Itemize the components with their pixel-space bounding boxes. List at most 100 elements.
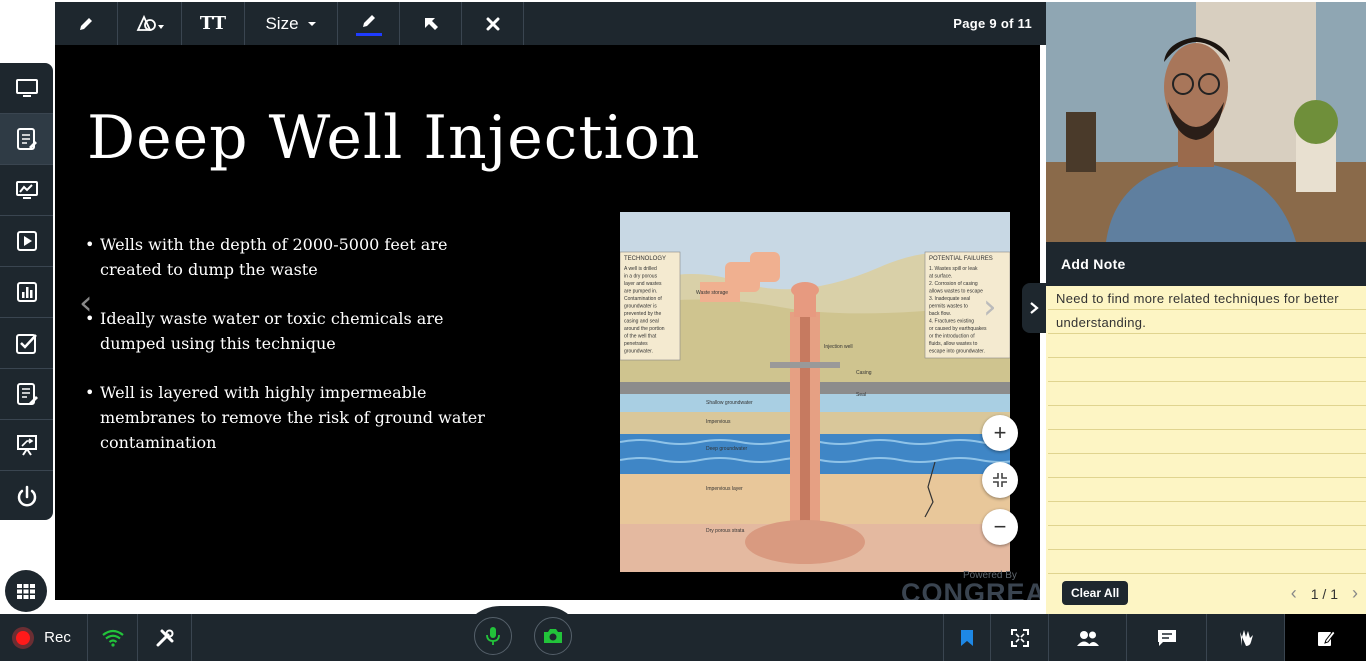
note-textarea[interactable]: Need to find more related techniques for… — [1048, 286, 1366, 574]
poll-icon — [16, 282, 37, 302]
tools-icon — [156, 629, 173, 646]
analytics-icon — [15, 181, 38, 199]
power-icon — [17, 485, 36, 506]
zoom-in-button[interactable]: + — [982, 415, 1018, 451]
bullet-item: Well is layered with highly impermeable … — [85, 380, 505, 455]
zoom-out-button[interactable]: − — [982, 509, 1018, 545]
diagram-text-line: prevented by the — [624, 311, 661, 317]
clear-tool-button[interactable] — [462, 2, 524, 45]
fit-screen-icon — [993, 473, 1007, 487]
sidebar-item-quiz[interactable] — [0, 318, 53, 369]
camera-icon — [544, 629, 562, 643]
fit-to-screen-button[interactable] — [982, 462, 1018, 498]
pen-color-button[interactable] — [338, 2, 400, 45]
sidebar-item-power[interactable] — [0, 471, 53, 522]
checkbox-icon — [15, 334, 37, 354]
size-dropdown[interactable]: Size — [245, 2, 338, 45]
diagram-text-line: at surface. — [929, 274, 952, 280]
diagram-label-deep-groundwater: Deep groundwater — [706, 446, 747, 452]
bottom-bar: Rec — [0, 614, 1366, 661]
microphone-button[interactable] — [474, 617, 512, 655]
next-slide-arrow[interactable]: › — [983, 287, 997, 327]
notes-panel: Add Note Need to find more related techn… — [1046, 242, 1366, 614]
collapse-panel-button[interactable] — [1022, 283, 1046, 333]
fullscreen-button[interactable] — [991, 614, 1049, 661]
chevron-right-icon — [1030, 302, 1039, 314]
diagram-text-line: 3. Inadequate seal — [929, 296, 970, 302]
chevron-down-icon — [307, 21, 316, 26]
pencil-tool-button[interactable] — [55, 2, 118, 45]
sidebar-item-analytics[interactable] — [0, 165, 53, 216]
color-pen-icon — [362, 14, 375, 27]
pointer-icon — [424, 17, 438, 30]
sidebar-item-media-player[interactable] — [0, 216, 53, 267]
bookmark-button[interactable] — [943, 614, 991, 661]
diagram-text-line: 2. Corrosion of casing — [929, 281, 978, 287]
diagram-label-impervious-layer: Impervious layer — [706, 486, 743, 492]
well-injection-diagram: TECHNOLOGY POTENTIAL FAILURES A well is … — [620, 212, 1010, 572]
bullet-item: Wells with the depth of 2000-5000 feet a… — [85, 232, 505, 282]
bullet-list: Wells with the depth of 2000-5000 feet a… — [85, 232, 505, 479]
previous-slide-arrow[interactable]: ‹ — [79, 283, 93, 323]
network-status-button[interactable] — [88, 614, 138, 661]
diagram-label-casing: Casing — [856, 370, 872, 376]
sidebar-item-poll[interactable] — [0, 267, 53, 318]
next-note-icon[interactable]: › — [1352, 583, 1358, 604]
diagram-label-impervious: Impervious — [706, 419, 731, 425]
settings-button[interactable] — [138, 614, 192, 661]
diagram-text-line: permits wastes to — [929, 304, 968, 310]
diagram-text-line: Contamination of — [624, 296, 662, 302]
text-tool-button[interactable]: TT — [182, 2, 245, 45]
pointer-tool-button[interactable] — [400, 2, 462, 45]
camera-button[interactable] — [534, 617, 572, 655]
participants-icon — [1076, 630, 1099, 646]
media-player-icon — [16, 231, 37, 251]
record-button[interactable]: Rec — [0, 614, 88, 661]
chat-button[interactable] — [1127, 614, 1207, 661]
chat-icon — [1157, 629, 1176, 646]
bookmark-icon — [961, 629, 973, 646]
raise-hand-button[interactable] — [1207, 614, 1285, 661]
brand-logo: CONGREA — [901, 578, 1040, 600]
diagram-text-line: or the introduction of — [929, 334, 975, 340]
close-icon — [486, 17, 499, 30]
pen-color-swatch — [355, 32, 382, 36]
webcam-video — [1046, 2, 1366, 242]
grid-icon — [17, 584, 35, 599]
record-dot-icon — [16, 630, 31, 645]
diagram-text-line: escape into groundwater. — [929, 349, 985, 355]
diagram-text-line: fluids, allow wastes to — [929, 341, 978, 347]
participants-button[interactable] — [1049, 614, 1127, 661]
notes-page-indicator: 1 / 1 — [1310, 585, 1338, 602]
clear-all-button[interactable]: Clear All — [1062, 581, 1129, 605]
bullet-item: Ideally waste water or toxic chemicals a… — [85, 306, 505, 356]
left-sidebar — [0, 63, 53, 520]
sidebar-item-whiteboard[interactable] — [0, 114, 53, 165]
notes-pager: ‹ 1 / 1 › — [1291, 583, 1358, 604]
diagram-label-dry-porous-strata: Dry porous strata — [706, 528, 745, 534]
previous-note-icon[interactable]: ‹ — [1291, 583, 1297, 604]
diagram-label-injection-well: Injection well — [824, 344, 853, 350]
apps-grid-button[interactable] — [5, 570, 47, 612]
sidebar-item-presentation[interactable] — [0, 420, 53, 471]
minus-icon: − — [993, 514, 1007, 539]
sidebar-item-notes[interactable] — [0, 369, 53, 420]
diagram-technology-heading: TECHNOLOGY — [624, 256, 666, 262]
notes-icon — [1317, 629, 1335, 646]
diagram-text-line: 4. Fractures existing — [929, 319, 974, 325]
notes-toggle-button[interactable] — [1285, 614, 1366, 661]
raise-hand-icon — [1239, 629, 1253, 646]
record-label: Rec — [44, 629, 71, 646]
notes-header: Add Note — [1046, 242, 1366, 286]
diagram-text-line: 1. Wastes spill or leak — [929, 266, 978, 272]
diagram-text-line: A well is drilled — [624, 266, 657, 272]
shapes-tool-button[interactable] — [118, 2, 182, 45]
diagram-failures-heading: POTENTIAL FAILURES — [929, 256, 993, 262]
sidebar-item-screen-share[interactable] — [0, 63, 53, 114]
presentation-icon — [16, 435, 37, 456]
whiteboard-icon — [16, 128, 37, 150]
diagram-text-line: in a dry porous — [624, 274, 658, 280]
diagram-text-line: around the portion — [624, 326, 665, 332]
microphone-icon — [486, 627, 500, 645]
diagram-text-line: back flow. — [929, 311, 951, 317]
